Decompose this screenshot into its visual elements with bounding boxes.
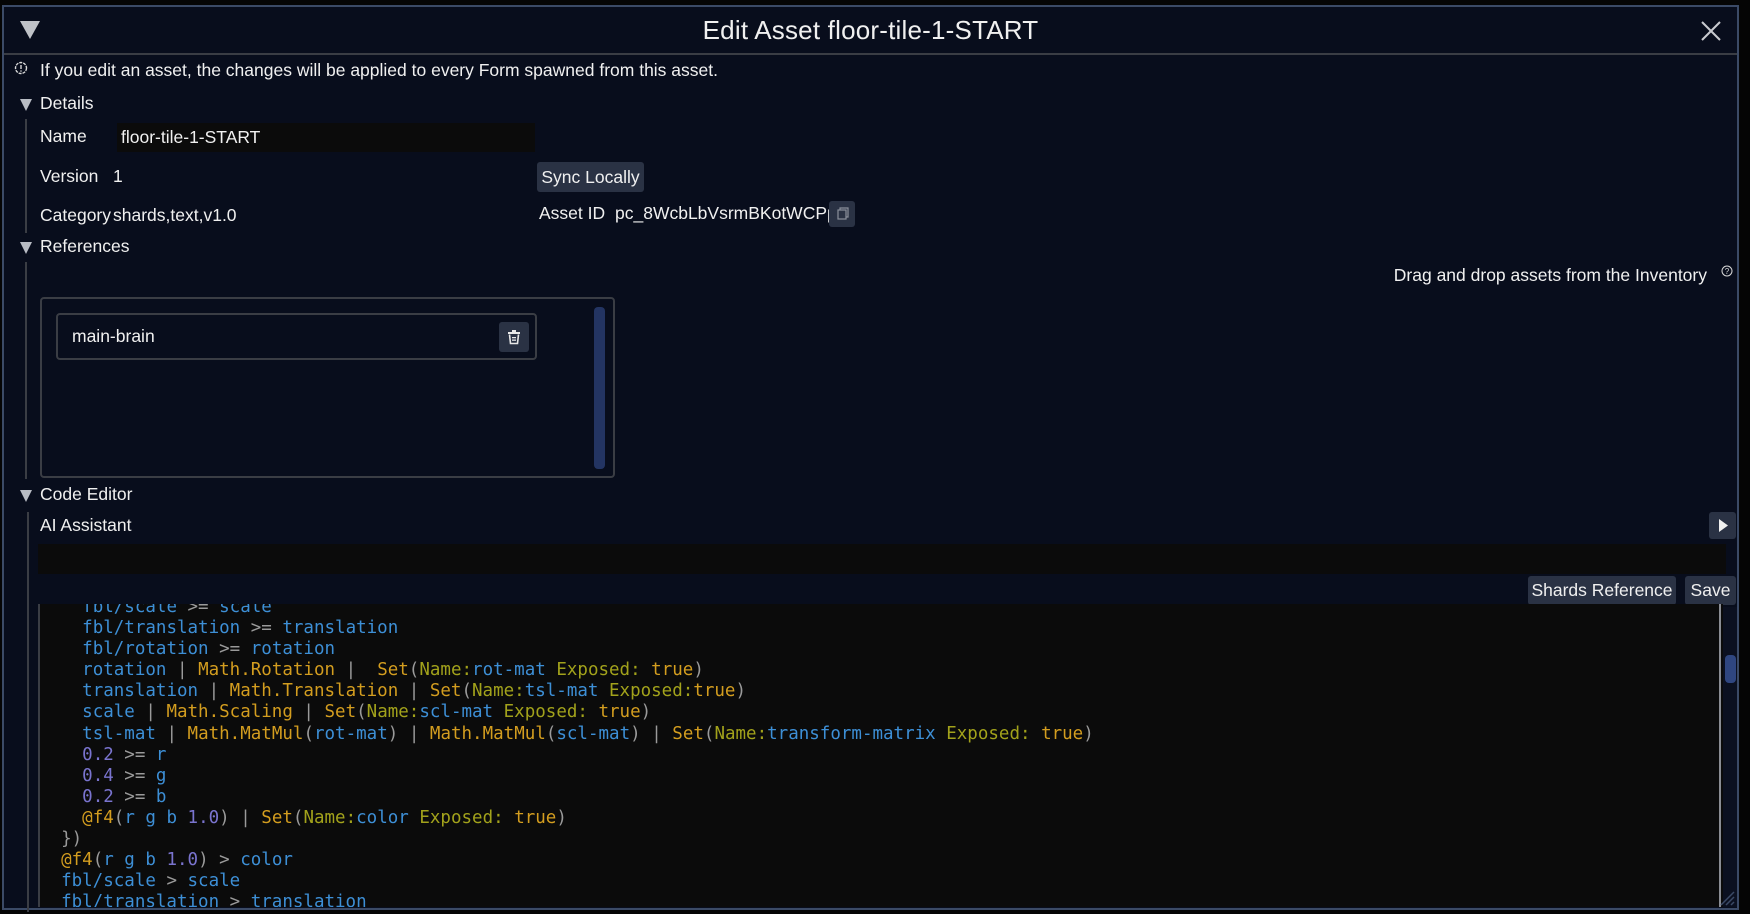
copy-asset-id-button[interactable] (829, 201, 855, 227)
asset-id-value: pc_8WcbLbVsrmBKotWCPp (615, 203, 837, 223)
code-line: translation | Math.Translation | Set(Nam… (82, 681, 746, 702)
run-ai-button[interactable] (1709, 512, 1736, 539)
reference-item-name: main-brain (72, 326, 155, 346)
ai-assistant-label: AI Assistant (40, 515, 132, 535)
details-toggle-icon[interactable] (20, 99, 32, 111)
references-header[interactable]: References (40, 236, 130, 257)
code-line: tsl-mat | Math.MatMul(rot-mat) | Math.Ma… (82, 723, 1094, 744)
details-header[interactable]: Details (40, 93, 94, 114)
shards-reference-button[interactable]: Shards Reference (1528, 576, 1676, 605)
reference-item[interactable]: main-brain (56, 313, 537, 360)
name-input[interactable] (117, 123, 535, 152)
close-x-icon[interactable] (1699, 19, 1723, 43)
window-title: Edit Asset floor-tile-1-START (702, 15, 1039, 45)
code-line: 0.2 >= b (82, 786, 167, 807)
code-textarea[interactable]: fbl/scale >= scale fbl/translation >= tr… (38, 604, 1723, 907)
trash-icon (508, 330, 520, 345)
info-alert-icon (14, 61, 28, 75)
category-label: Category (40, 205, 112, 225)
references-hint: Drag and drop assets from the Inventory (1393, 265, 1707, 285)
code-line: @f4(r g b 1.0) | Set(Name:color Exposed:… (82, 807, 567, 828)
window-header[interactable]: Edit Asset floor-tile-1-START (4, 7, 1737, 55)
code-editor-guide (27, 512, 29, 912)
resize-grip-icon[interactable] (1717, 888, 1735, 906)
play-icon (1719, 519, 1728, 532)
help-circle-icon[interactable]: ? (1721, 265, 1733, 277)
code-line: 0.2 >= r (82, 744, 167, 765)
text-cursor (1719, 604, 1721, 907)
references-guide (25, 262, 27, 479)
notice-text: If you edit an asset, the changes will b… (40, 60, 718, 80)
copy-icon (837, 207, 849, 220)
code-content[interactable]: fbl/scale >= scale fbl/translation >= tr… (40, 604, 1094, 907)
edit-asset-window: Edit Asset floor-tile-1-START If you edi… (2, 5, 1739, 912)
references-scrollbar[interactable] (594, 307, 605, 469)
svg-text:?: ? (1725, 267, 1730, 276)
code-line: rotation | Math.Rotation | Set(Name:rot-… (82, 660, 704, 681)
code-line: fbl/scale > scale (61, 871, 241, 892)
code-scrollbar-track[interactable] (1723, 607, 1737, 907)
code-editor-toggle-icon[interactable] (20, 490, 32, 502)
code-line: scale | Math.Scaling | Set(Name:scl-mat … (82, 702, 652, 723)
details-guide (25, 119, 27, 233)
version-label: Version (40, 166, 99, 186)
code-line: fbl/scale >= scale (82, 604, 272, 617)
sync-locally-button[interactable]: Sync Locally (537, 162, 644, 192)
save-button[interactable]: Save (1685, 576, 1736, 605)
code-line: @f4(r g b 1.0) > color (61, 850, 293, 871)
delete-reference-button[interactable] (499, 322, 529, 352)
code-line: fbl/translation >= translation (82, 618, 399, 639)
ai-assistant-input[interactable] (38, 544, 1726, 574)
references-toggle-icon[interactable] (20, 242, 32, 254)
code-line: }) (61, 829, 83, 850)
code-line: fbl/translation > translation (61, 892, 367, 907)
category-value: shards,text,v1.0 (113, 205, 237, 225)
code-editor-header[interactable]: Code Editor (40, 484, 132, 505)
version-value: 1 (113, 166, 123, 186)
asset-id-label: Asset ID (539, 203, 606, 223)
name-label: Name (40, 126, 87, 146)
references-dropzone[interactable]: main-brain (40, 297, 615, 478)
code-line: 0.4 >= g (82, 765, 167, 786)
code-scrollbar-thumb[interactable] (1725, 655, 1736, 683)
code-line: fbl/rotation >= rotation (82, 639, 336, 660)
